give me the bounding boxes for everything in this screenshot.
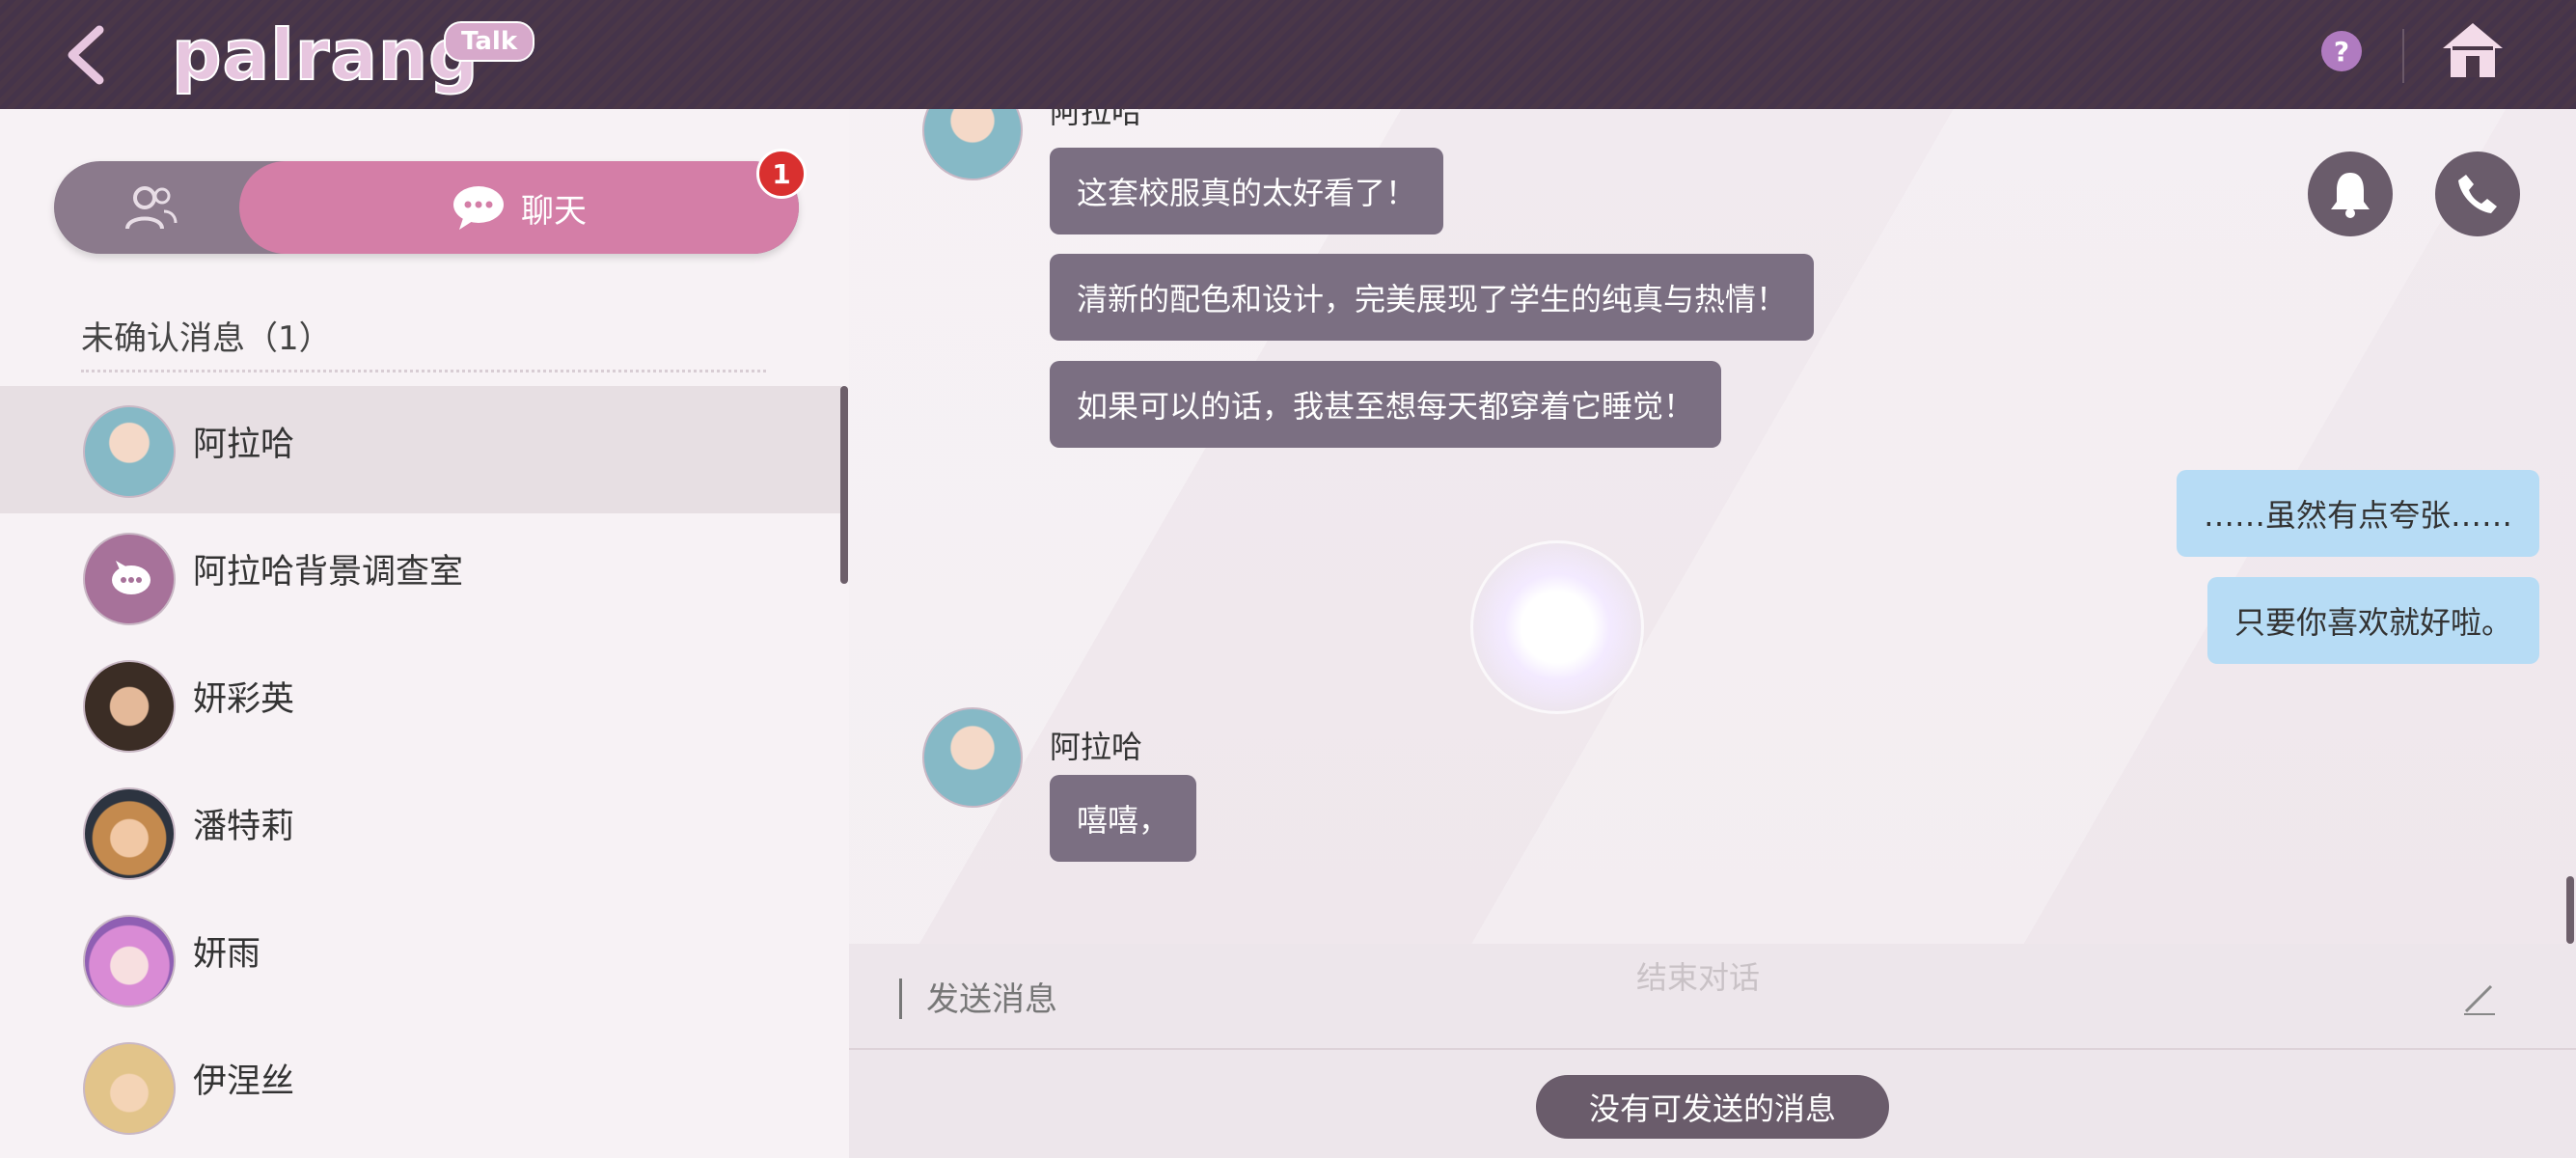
contact-item[interactable]: 阿拉哈背景调查室 xyxy=(0,513,841,641)
chat-bubble-icon xyxy=(453,186,504,230)
loading-spinner xyxy=(1470,540,1644,714)
incoming-message: 嘻嘻， xyxy=(1050,775,1197,862)
unread-badge: 1 xyxy=(756,149,807,199)
outgoing-message: 只要你喜欢就好啦。 xyxy=(2206,577,2539,664)
avatar xyxy=(83,787,176,880)
app-logo: palrang xyxy=(171,14,480,96)
outgoing-message: ……虽然有点夸张…… xyxy=(2176,470,2539,557)
sender-avatar xyxy=(922,707,1023,808)
chevron-left-icon xyxy=(68,25,104,85)
section-divider xyxy=(81,370,766,372)
incoming-message: 如果可以的话，我甚至想每天都穿着它睡觉！ xyxy=(1050,361,1722,448)
input-caret xyxy=(899,979,902,1019)
contact-name: 潘特莉 xyxy=(193,808,295,846)
contact-name: 妍彩英 xyxy=(193,680,295,719)
incoming-message: 清新的配色和设计，完美展现了学生的纯真与热情！ xyxy=(1050,254,1815,341)
avatar xyxy=(83,1042,176,1135)
contact-item[interactable]: 潘特莉 xyxy=(0,768,841,896)
contacts-icon xyxy=(125,186,178,230)
back-button[interactable] xyxy=(53,21,121,89)
unconfirmed-section-title: 未确认消息（1） xyxy=(81,319,332,358)
sidebar-scrollbar[interactable] xyxy=(840,386,848,584)
contact-name: 妍雨 xyxy=(193,935,261,974)
tab-chat-label: 聊天 xyxy=(521,191,587,231)
input-divider xyxy=(849,1048,2576,1050)
avatar xyxy=(83,660,176,753)
contact-item[interactable]: 妍彩英 xyxy=(0,641,841,768)
contact-item[interactable]: 伊涅丝 xyxy=(0,1023,841,1150)
home-button[interactable] xyxy=(2439,17,2507,85)
no-message-button[interactable]: 没有可发送的消息 xyxy=(1536,1075,1889,1139)
help-button[interactable]: ? xyxy=(2321,31,2362,71)
pencil-icon xyxy=(2464,984,2495,1015)
contact-name: 伊涅丝 xyxy=(193,1062,295,1101)
avatar xyxy=(83,405,176,498)
phone-icon xyxy=(2458,175,2497,213)
message-input-area: 结束对话 没有可发送的消息 xyxy=(849,944,2576,1158)
sender-name: 阿拉哈 xyxy=(1050,729,1143,765)
notification-button[interactable] xyxy=(2308,152,2393,236)
contact-item[interactable]: 阿拉哈 xyxy=(0,386,841,513)
call-button[interactable] xyxy=(2435,152,2520,236)
tab-chat[interactable]: 聊天 xyxy=(239,161,799,254)
input-bar xyxy=(849,944,2576,1050)
sender-avatar xyxy=(922,109,1023,180)
message-input[interactable] xyxy=(924,977,2375,1023)
chat-area: 阿拉哈 这套校服真的太好看了！ 清新的配色和设计，完美展现了学生的纯真与热情！ … xyxy=(849,109,2576,944)
top-bar: palrang Talk ? xyxy=(0,0,2576,109)
sender-name: 阿拉哈 xyxy=(1050,109,1143,130)
avatar xyxy=(83,915,176,1007)
home-icon xyxy=(2443,23,2503,77)
contact-list: 阿拉哈 阿拉哈背景调查室 妍彩英 潘特莉 妍雨 伊涅丝 xyxy=(0,386,849,1150)
chat-scrollbar[interactable] xyxy=(2566,876,2574,944)
sidebar-tabs: 聊天 xyxy=(54,161,799,254)
bell-icon xyxy=(2331,173,2370,218)
tab-contacts[interactable] xyxy=(54,161,247,254)
talk-tag: Talk xyxy=(444,21,535,62)
chat-bubble-icon xyxy=(112,561,151,594)
topbar-divider xyxy=(2402,29,2404,83)
contact-name: 阿拉哈背景调查室 xyxy=(193,553,464,592)
edit-button[interactable] xyxy=(2460,979,2499,1017)
contact-name: 阿拉哈 xyxy=(193,426,295,464)
contact-item[interactable]: 妍雨 xyxy=(0,896,841,1023)
avatar xyxy=(83,533,176,625)
incoming-message: 这套校服真的太好看了！ xyxy=(1050,148,1444,234)
